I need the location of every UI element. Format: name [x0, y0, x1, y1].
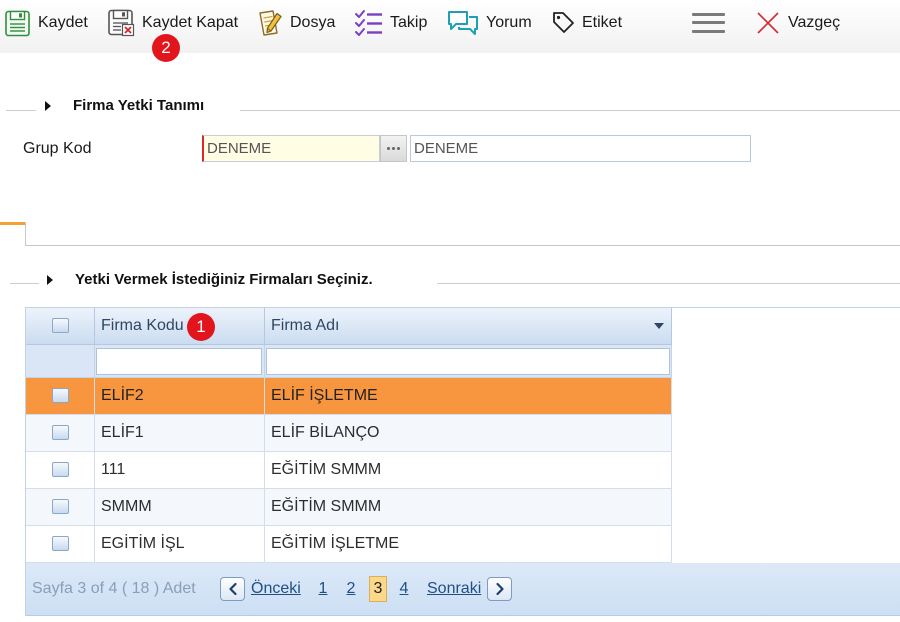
row-checkbox[interactable]	[52, 536, 69, 551]
divider	[10, 283, 39, 284]
cancel-button[interactable]: Vazgeç	[756, 7, 840, 39]
firma-adi-cell: EĞİTİM SMMM	[265, 452, 672, 488]
annotation-marker-1: 1	[187, 313, 215, 341]
divider	[437, 283, 900, 284]
section-header-firm-selection: Yetki Vermek İstediğiniz Firmaları Seçin…	[0, 270, 900, 292]
close-icon	[756, 11, 780, 35]
prev-page-button[interactable]	[220, 577, 245, 601]
file-edit-icon	[257, 9, 283, 37]
column-header-firma-kodu[interactable]: Firma Kodu	[95, 308, 265, 344]
page-link[interactable]: 3	[369, 576, 387, 602]
next-page-link[interactable]: Sonraki	[427, 580, 481, 598]
page-link[interactable]: 4	[395, 576, 413, 602]
tag-label: Etiket	[582, 14, 623, 31]
comments-icon	[447, 9, 479, 37]
save-close-button[interactable]: Kaydet Kapat	[107, 7, 238, 39]
firma-adi-cell: EĞİTİM SMMM	[265, 489, 672, 525]
file-button[interactable]: Dosya	[257, 7, 335, 39]
row-checkbox[interactable]	[52, 462, 69, 477]
group-code-lookup-button[interactable]	[380, 135, 407, 162]
row-checkbox-cell	[26, 415, 95, 451]
firma-kodu-cell: ELİF1	[95, 415, 265, 451]
filter-cell	[95, 345, 265, 377]
table-row[interactable]: EGİTİM İŞL EĞİTİM İŞLETME	[26, 526, 672, 563]
ellipsis-icon	[387, 147, 400, 150]
group-code-label: Grup Kod	[23, 140, 92, 157]
table-row[interactable]: ELİF2 ELİF İŞLETME	[26, 378, 672, 415]
table-row[interactable]: ELİF1 ELİF BİLANÇO	[26, 415, 672, 452]
tag-button[interactable]: Etiket	[552, 7, 622, 39]
filter-spacer	[26, 345, 95, 377]
select-all-checkbox[interactable]	[52, 318, 69, 333]
save-button[interactable]: Kaydet	[4, 7, 88, 39]
divider	[240, 110, 900, 111]
row-checkbox[interactable]	[52, 388, 69, 403]
firma-adi-cell: EĞİTİM İŞLETME	[265, 526, 672, 562]
filter-cell	[265, 345, 672, 377]
chevron-left-icon	[227, 582, 239, 596]
grid-filter-row	[26, 345, 672, 378]
grid-header-row: Firma Kodu Firma Adı	[26, 308, 672, 345]
comment-label: Yorum	[486, 14, 532, 31]
table-row[interactable]: 111 EĞİTİM SMMM	[26, 452, 672, 489]
row-checkbox-cell	[26, 489, 95, 525]
firm-grid: Firma Kodu Firma Adı ELİF2 ELİF İŞLETME	[25, 307, 900, 616]
section-title: Yetki Vermek İstediğiniz Firmaları Seçin…	[75, 271, 373, 288]
column-header-label: Firma Adı	[271, 317, 340, 334]
firma-kodu-cell: 111	[95, 452, 265, 488]
follow-up-button[interactable]: Takip	[354, 7, 427, 39]
cancel-label: Vazgeç	[788, 14, 841, 31]
tag-icon	[552, 11, 575, 35]
table-row[interactable]: SMMM EĞİTİM SMMM	[26, 489, 672, 526]
group-code-input[interactable]	[202, 135, 380, 162]
page-link[interactable]: 1	[314, 576, 332, 602]
section-header-firm-permission: Firma Yetki Tanımı	[0, 96, 900, 118]
divider	[6, 110, 36, 111]
file-label: Dosya	[290, 14, 336, 31]
caret-down-icon[interactable]	[654, 323, 664, 329]
collapse-arrow-icon[interactable]	[47, 275, 53, 285]
row-checkbox-cell	[26, 378, 95, 414]
save-label: Kaydet	[38, 14, 88, 31]
save-close-label: Kaydet Kapat	[142, 14, 239, 31]
filter-firma-adi-input[interactable]	[266, 347, 670, 375]
checklist-icon	[354, 9, 383, 37]
active-tab-indicator	[0, 222, 25, 225]
pager: Sayfa 3 of 4 ( 18 ) Adet Önceki 1 2 3 4 …	[26, 563, 900, 616]
tab-strip	[25, 222, 26, 246]
chevron-right-icon	[494, 582, 506, 596]
column-header-firma-adi[interactable]: Firma Adı	[265, 308, 672, 344]
tab-strip-baseline	[25, 245, 900, 246]
prev-page-link[interactable]: Önceki	[251, 580, 301, 598]
page-link[interactable]: 2	[342, 576, 360, 602]
toolbar: Kaydet Kaydet Kapat Dosya Takip Yorum Et…	[0, 0, 900, 53]
firma-kodu-cell: ELİF2	[95, 378, 265, 414]
row-checkbox-cell	[26, 526, 95, 562]
section-title: Firma Yetki Tanımı	[73, 97, 205, 114]
firma-kodu-cell: SMMM	[95, 489, 265, 525]
header-checkbox-cell	[26, 308, 95, 344]
row-checkbox-cell	[26, 452, 95, 488]
next-page-button[interactable]	[487, 577, 512, 601]
row-checkbox[interactable]	[52, 425, 69, 440]
annotation-marker-2: 2	[152, 34, 180, 62]
column-header-label: Firma Kodu	[101, 317, 184, 334]
save-icon	[4, 10, 31, 37]
page-summary: Sayfa 3 of 4 ( 18 ) Adet	[32, 580, 196, 597]
hamburger-menu-icon[interactable]	[692, 12, 725, 34]
save-close-icon	[107, 9, 135, 37]
firma-kodu-cell: EGİTİM İŞL	[95, 526, 265, 562]
row-checkbox[interactable]	[52, 499, 69, 514]
group-name-field[interactable]	[410, 135, 751, 162]
collapse-arrow-icon[interactable]	[45, 101, 51, 111]
follow-up-label: Takip	[390, 14, 428, 31]
firma-adi-cell: ELİF İŞLETME	[265, 378, 672, 414]
firma-adi-cell: ELİF BİLANÇO	[265, 415, 672, 451]
comment-button[interactable]: Yorum	[447, 7, 532, 39]
filter-firma-kodu-input[interactable]	[96, 347, 262, 375]
